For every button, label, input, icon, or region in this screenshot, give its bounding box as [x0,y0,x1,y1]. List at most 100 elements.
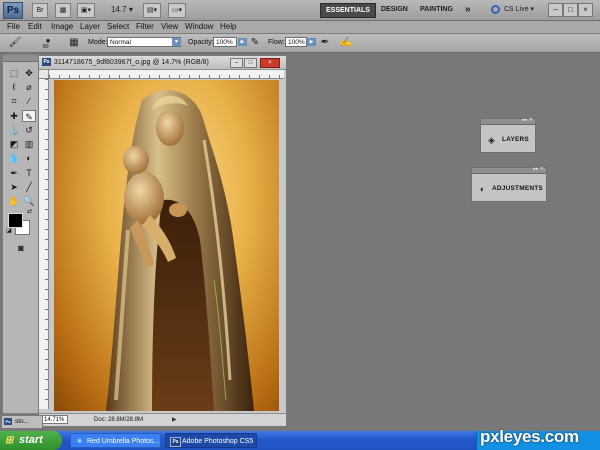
workspace-design-button[interactable]: DESIGN [376,3,413,16]
minimized-document[interactable]: Ps sto... [1,415,43,429]
pressure-opacity-toggle[interactable]: ✎ [248,37,262,49]
flow-label: Flow: [268,39,285,46]
pen-icon: ✒ [10,168,18,178]
lasso-icon: ℓ [12,82,16,92]
foreground-color-swatch[interactable] [8,213,23,228]
horizontal-ruler[interactable] [49,70,284,79]
path-selection-tool[interactable]: ➤ [7,181,21,193]
screen-mode-menu[interactable]: ▭▾ [168,3,186,18]
quick-selection-tool[interactable]: ⌀ [22,81,36,93]
quick-mask-button[interactable]: ◙ [14,242,28,254]
blur-tool[interactable]: 💧 [7,152,21,164]
swap-colors-button[interactable]: ⇄ [25,208,34,216]
adjustments-panel-label[interactable]: ADJUSTMENTS [492,185,543,193]
photo-canvas[interactable] [54,80,279,411]
history-brush-tool[interactable]: ↺ [22,124,36,136]
canvas-area[interactable] [49,79,284,412]
zoom-tool[interactable]: 🔍 [22,195,36,207]
eraser-icon: ◩ [9,139,19,149]
gradient-tool[interactable]: ▥ [22,138,36,150]
browser-icon: ◉ [77,438,82,444]
close-button[interactable]: × [578,3,593,17]
vertical-ruler[interactable] [39,79,49,409]
mode-select[interactable]: Normal [107,37,181,47]
document-maximize-button[interactable]: □ [244,58,257,68]
workspace-essentials-button[interactable]: ESSENTIALS [320,3,376,18]
menu-select[interactable]: Select [107,21,129,33]
pressure-size-toggle[interactable]: ✍ [339,37,353,49]
airbrush-toggle[interactable]: ✒ [318,37,332,49]
mode-value: Normal [110,39,131,46]
ruler-origin[interactable] [39,70,49,79]
marquee-tool[interactable]: ⬚ [7,67,21,79]
document-close-button[interactable]: × [260,58,280,68]
adjustments-panel-header[interactable]: ▸▸ ✕ [472,166,546,174]
minimize-icon: – [234,60,239,66]
menu-help[interactable]: Help [220,21,236,33]
flow-slider-button[interactable]: ▶ [307,38,316,46]
view-extras-menu[interactable]: ▣▾ [77,3,95,18]
airbrush-icon: ✒ [320,37,330,48]
move-tool[interactable]: ✥ [22,67,36,79]
menu-view[interactable]: View [161,21,178,33]
adjustments-panel-collapsed[interactable]: ▸▸ ✕ ◐ ADJUSTMENTS [471,166,547,202]
zoom-level-value: 14.7 [111,5,127,14]
document-title-bar[interactable]: Ps 3114718675_9df803967f_o.jpg @ 14.7% (… [39,56,286,70]
arrange-icon: ▤▾ [146,7,158,14]
taskbar-item-browser[interactable]: ◉ Red Umbrella Photos... [70,433,161,448]
layers-panel-header[interactable]: ▸▸ ✕ [481,117,535,125]
workspace-painting-button[interactable]: PAINTING [415,3,458,16]
hand-tool[interactable]: ✋ [7,195,21,207]
magnifier-icon: 🔍 [23,196,35,206]
arrange-documents-menu[interactable]: ▤▾ [143,3,161,18]
tool-options-bar: 🖌 ● 80 ▦ Mode: Normal ▼ Opacity: 100% ▶ … [0,34,600,53]
launch-mini-bridge-button[interactable]: ▦ [55,3,71,18]
document-zoom-field[interactable]: 14.71% [42,415,68,424]
pen-tool[interactable]: ✒ [7,167,21,179]
default-colors-button[interactable]: ◪ [5,227,13,235]
menu-edit[interactable]: Edit [28,21,42,33]
blur-drop-icon: 💧 [8,153,20,163]
brush-panel-toggle[interactable]: ▦ [67,37,81,49]
eyedropper-tool[interactable]: ⁄ [22,95,36,107]
launch-bridge-button[interactable]: Br [32,3,48,18]
mini-bridge-icon: ▦ [59,7,67,14]
menu-file[interactable]: File [7,21,20,33]
menu-layer[interactable]: Layer [80,21,100,33]
pxleyes-watermark: pxleyes.com [480,427,579,446]
menu-filter[interactable]: Filter [136,21,154,33]
document-minimize-button[interactable]: – [230,58,243,68]
restore-button[interactable]: □ [563,3,578,17]
start-button[interactable]: ⊞ start [0,431,62,450]
brush-icon: ✎ [25,112,33,122]
brush-tool[interactable]: ✎ [22,110,36,122]
tool-preset-picker[interactable]: 🖌 [8,37,22,49]
expand-panel-icon: ▸▸ ✕ [522,117,533,123]
zoom-level-select[interactable]: 14.7 ▾ [111,3,133,17]
mode-dropdown-arrow[interactable]: ▼ [172,38,181,46]
clone-stamp-tool[interactable]: ⚓ [7,124,21,136]
flow-field[interactable]: 100% [285,37,307,47]
gradient-icon: ▥ [24,139,34,149]
menu-window[interactable]: Window [185,21,213,33]
opacity-field[interactable]: 100% [213,37,237,47]
opacity-slider-button[interactable]: ▶ [238,38,247,46]
taskbar-item-photoshop[interactable]: Ps Adobe Photoshop CS5 [165,433,257,448]
dodge-tool[interactable]: ◐ [22,152,36,164]
layers-panel-collapsed[interactable]: ▸▸ ✕ ◈ LAYERS [480,117,536,153]
madonna-statue-image [106,90,254,411]
type-tool[interactable]: T [22,167,36,179]
more-workspaces-button[interactable]: » [460,3,476,16]
layers-panel-label[interactable]: LAYERS [502,136,529,144]
menu-image[interactable]: Image [51,21,73,33]
crop-tool[interactable]: ⌗ [7,95,21,107]
cs-live-menu[interactable]: CS Live ▾ [504,3,534,17]
lasso-tool[interactable]: ℓ [7,81,21,93]
minimize-button[interactable]: – [548,3,563,17]
eraser-tool[interactable]: ◩ [7,138,21,150]
status-info-menu-icon[interactable]: ▶ [172,416,177,424]
shape-tool[interactable]: ╱ [22,181,36,193]
healing-brush-tool[interactable]: ✚ [7,110,21,122]
tools-panel-header[interactable] [3,55,39,62]
menu-bar: File Edit Image Layer Select Filter View… [0,21,600,34]
